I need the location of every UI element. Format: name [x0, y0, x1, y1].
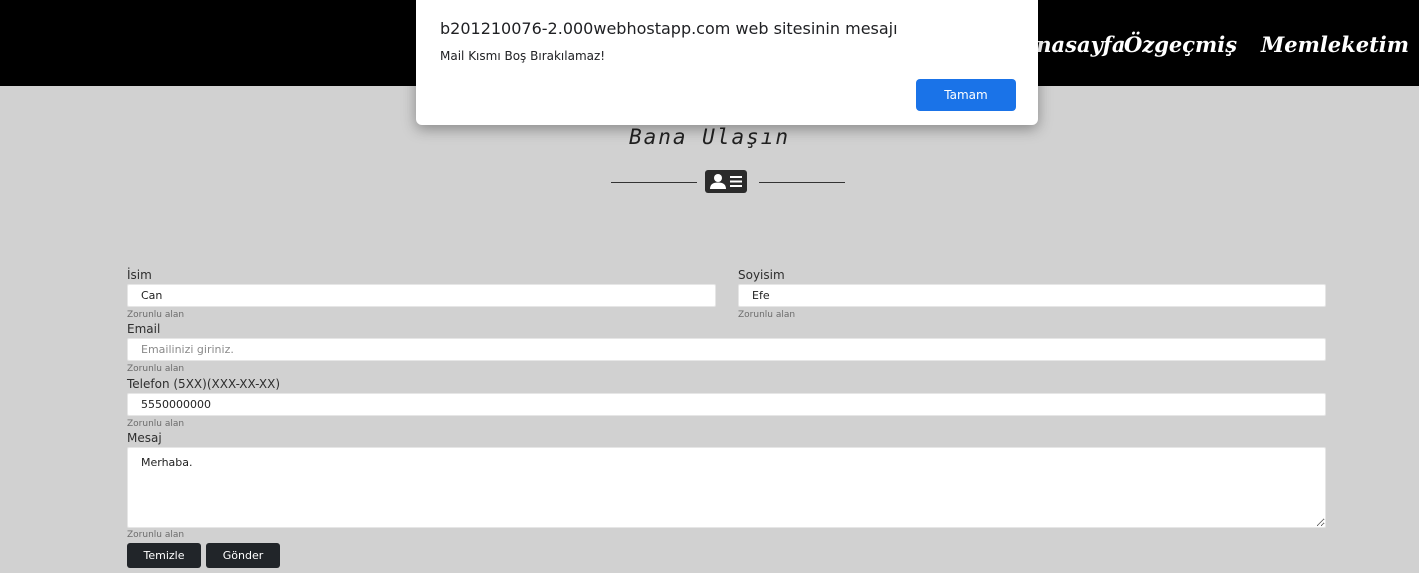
divider-left	[611, 182, 697, 183]
message-helper: Zorunlu alan	[127, 530, 185, 540]
first-name-input[interactable]	[127, 284, 716, 307]
message-textarea[interactable]: Merhaba.	[127, 447, 1326, 528]
alert-dialog: b201210076-2.000webhostapp.com web sites…	[416, 0, 1038, 125]
dialog-title: b201210076-2.000webhostapp.com web sites…	[440, 19, 898, 38]
dialog-message: Mail Kısmı Boş Bırakılamaz!	[440, 49, 606, 63]
email-input[interactable]	[127, 338, 1326, 361]
divider-right	[759, 182, 845, 183]
last-name-helper: Zorunlu alan	[738, 310, 796, 320]
clear-button[interactable]: Temizle	[127, 543, 201, 568]
nav-item-ozgecmis[interactable]: Özgeçmiş	[1124, 32, 1237, 57]
submit-button[interactable]: Gönder	[206, 543, 280, 568]
email-helper: Zorunlu alan	[127, 364, 185, 374]
dialog-ok-button[interactable]: Tamam	[916, 79, 1016, 111]
last-name-label: Soyisim	[738, 268, 785, 282]
phone-helper: Zorunlu alan	[127, 419, 185, 429]
nav-item-memleketim[interactable]: Memleketim	[1261, 32, 1409, 57]
first-name-label: İsim	[127, 268, 152, 282]
last-name-input[interactable]	[738, 284, 1326, 307]
message-label: Mesaj	[127, 431, 162, 445]
page-title: Bana Ulaşın	[628, 125, 791, 149]
phone-label: Telefon (5XX)(XXX-XX-XX)	[127, 377, 280, 391]
first-name-helper: Zorunlu alan	[127, 310, 185, 320]
phone-input[interactable]	[127, 393, 1326, 416]
contact-card-icon	[705, 170, 747, 193]
email-label: Email	[127, 322, 161, 336]
